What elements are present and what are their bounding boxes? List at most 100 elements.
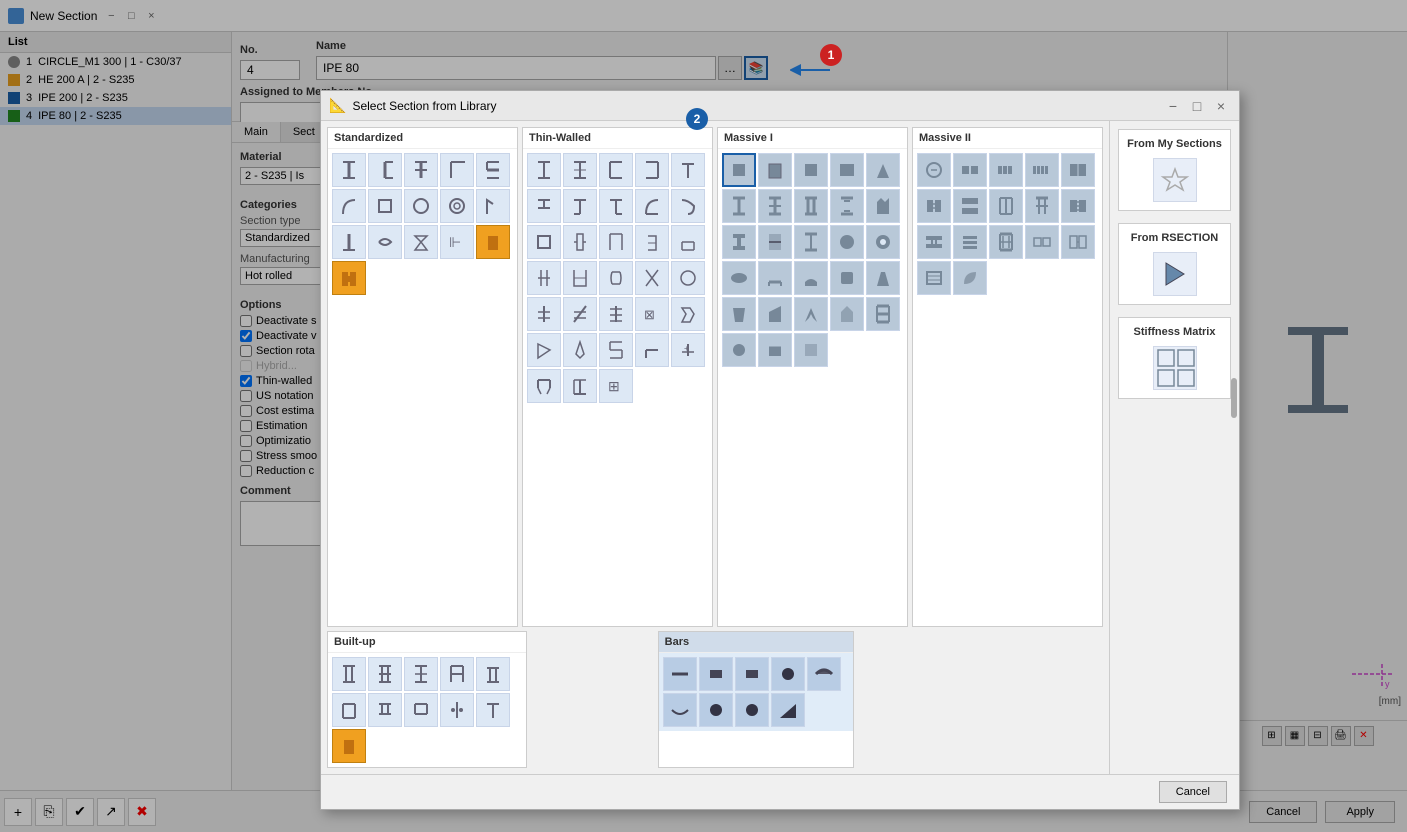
std-icon-1[interactable] <box>332 153 366 187</box>
tw-icon-25[interactable] <box>671 297 705 331</box>
m2-icon-13[interactable] <box>989 225 1023 259</box>
tw-icon-14[interactable] <box>635 225 669 259</box>
from-my-sections-icon[interactable] <box>1153 158 1197 202</box>
m2-icon-6[interactable] <box>917 189 951 223</box>
massive1-icon-11[interactable] <box>722 225 756 259</box>
massive1-icon-rect-selected[interactable] <box>722 153 756 187</box>
massive1-icon-21[interactable] <box>722 297 756 331</box>
massive1-icon-25[interactable] <box>866 297 900 331</box>
massive1-icon-22[interactable] <box>758 297 792 331</box>
massive1-icon-18[interactable] <box>794 261 828 295</box>
massive1-icon-3[interactable] <box>794 153 828 187</box>
tw-icon-12[interactable] <box>563 225 597 259</box>
m2-icon-11[interactable] <box>917 225 951 259</box>
tw-icon-26[interactable] <box>527 333 561 367</box>
tw-icon-3[interactable] <box>599 153 633 187</box>
bar-icon-1[interactable] <box>663 657 697 691</box>
massive1-icon-19[interactable] <box>830 261 864 295</box>
tw-icon-33[interactable]: ⊞ <box>599 369 633 403</box>
tw-icon-17[interactable] <box>563 261 597 295</box>
sections-scroll-area[interactable]: Standardized <box>321 121 1109 774</box>
bu-icon-10[interactable] <box>476 693 510 727</box>
tw-icon-11[interactable] <box>527 225 561 259</box>
tw-icon-18[interactable] <box>599 261 633 295</box>
m2-icon-7[interactable] <box>953 189 987 223</box>
tw-icon-2[interactable] <box>563 153 597 187</box>
massive1-icon-17[interactable] <box>758 261 792 295</box>
std-icon-12[interactable] <box>368 225 402 259</box>
from-rsection-icon[interactable] <box>1153 252 1197 296</box>
tw-icon-22[interactable] <box>563 297 597 331</box>
tw-icon-10[interactable] <box>671 189 705 223</box>
std-icon-3[interactable] <box>404 153 438 187</box>
bu-icon-orange[interactable] <box>332 729 366 763</box>
massive1-icon-20[interactable] <box>866 261 900 295</box>
massive1-icon-15[interactable] <box>866 225 900 259</box>
tw-icon-32[interactable] <box>563 369 597 403</box>
modal-minimize-btn[interactable]: − <box>1163 96 1183 116</box>
tw-icon-31[interactable] <box>527 369 561 403</box>
tw-icon-16[interactable] <box>527 261 561 295</box>
std-icon-13[interactable] <box>404 225 438 259</box>
m2-icon-2[interactable] <box>953 153 987 187</box>
tw-icon-13[interactable] <box>599 225 633 259</box>
massive1-icon-16[interactable] <box>722 261 756 295</box>
std-icon-orange-1[interactable] <box>476 225 510 259</box>
modal-close-btn[interactable]: × <box>1211 96 1231 116</box>
bu-icon-9[interactable] <box>440 693 474 727</box>
massive1-icon-9[interactable] <box>830 189 864 223</box>
std-icon-10[interactable] <box>476 189 510 223</box>
bar-icon-4[interactable] <box>771 657 805 691</box>
std-icon-orange-2[interactable] <box>332 261 366 295</box>
massive1-icon-26[interactable] <box>722 333 756 367</box>
bar-icon-3[interactable] <box>735 657 769 691</box>
bar-icon-9[interactable] <box>771 693 805 727</box>
m2-icon-5[interactable] <box>1061 153 1095 187</box>
tw-icon-19[interactable] <box>635 261 669 295</box>
massive1-icon-2[interactable] <box>758 153 792 187</box>
tw-icon-30[interactable]: + <box>671 333 705 367</box>
massive1-icon-27[interactable] <box>758 333 792 367</box>
tw-icon-20[interactable] <box>671 261 705 295</box>
m2-icon-15[interactable] <box>1061 225 1095 259</box>
m2-icon-10[interactable] <box>1061 189 1095 223</box>
tw-icon-9[interactable] <box>635 189 669 223</box>
massive1-icon-8[interactable] <box>794 189 828 223</box>
tw-icon-7[interactable] <box>563 189 597 223</box>
massive1-icon-4[interactable] <box>830 153 864 187</box>
massive1-icon-14[interactable] <box>830 225 864 259</box>
massive1-icon-28[interactable] <box>794 333 828 367</box>
bu-icon-1[interactable] <box>332 657 366 691</box>
std-icon-4[interactable] <box>440 153 474 187</box>
tw-icon-15[interactable] <box>671 225 705 259</box>
bu-icon-8[interactable] <box>404 693 438 727</box>
massive1-icon-6[interactable] <box>722 189 756 223</box>
massive1-icon-10[interactable] <box>866 189 900 223</box>
tw-icon-1[interactable] <box>527 153 561 187</box>
bar-icon-7[interactable] <box>699 693 733 727</box>
std-icon-9[interactable] <box>440 189 474 223</box>
massive1-icon-24[interactable] <box>830 297 864 331</box>
bar-icon-5[interactable] <box>807 657 841 691</box>
massive1-icon-12[interactable] <box>758 225 792 259</box>
massive1-icon-7[interactable] <box>758 189 792 223</box>
bu-icon-7[interactable] <box>368 693 402 727</box>
m2-icon-12[interactable] <box>953 225 987 259</box>
m2-icon-16[interactable] <box>917 261 951 295</box>
tw-icon-4[interactable] <box>635 153 669 187</box>
bu-icon-4[interactable] <box>440 657 474 691</box>
stiffness-matrix-icon[interactable] <box>1153 346 1197 390</box>
tw-icon-5[interactable] <box>671 153 705 187</box>
std-icon-5[interactable] <box>476 153 510 187</box>
tw-icon-8[interactable] <box>599 189 633 223</box>
m2-icon-8[interactable] <box>989 189 1023 223</box>
bu-icon-2[interactable] <box>368 657 402 691</box>
m2-icon-3[interactable] <box>989 153 1023 187</box>
tw-icon-27[interactable] <box>563 333 597 367</box>
std-icon-11[interactable] <box>332 225 366 259</box>
bu-icon-5[interactable] <box>476 657 510 691</box>
tw-icon-23[interactable] <box>599 297 633 331</box>
bu-icon-3[interactable] <box>404 657 438 691</box>
massive1-icon-5[interactable] <box>866 153 900 187</box>
bar-icon-2[interactable] <box>699 657 733 691</box>
